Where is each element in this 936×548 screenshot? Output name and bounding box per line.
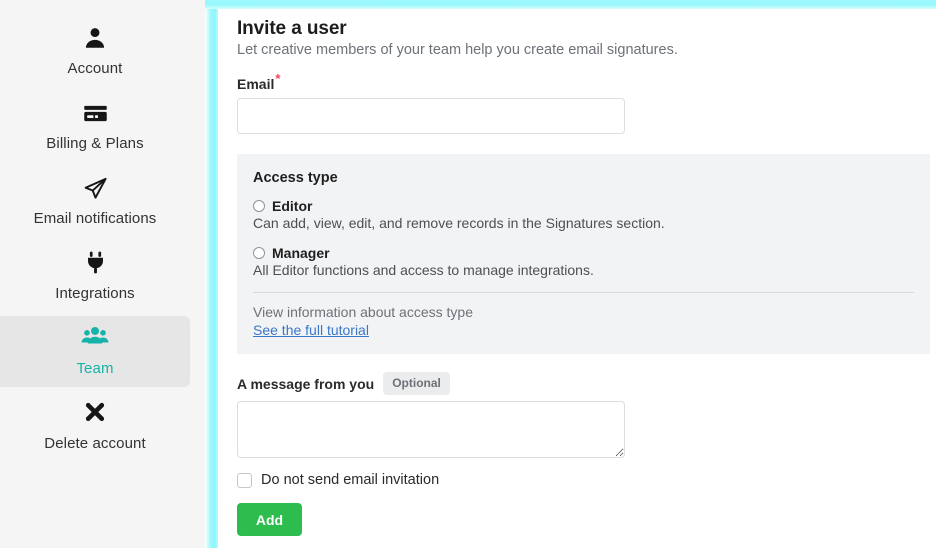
- sidebar-item-label: Email notifications: [4, 210, 186, 227]
- sidebar-item-email-notifications[interactable]: Email notifications: [0, 166, 190, 237]
- plug-icon: [4, 250, 186, 280]
- add-button[interactable]: Add: [237, 503, 302, 536]
- page-subtitle: Let creative members of your team help y…: [237, 42, 936, 58]
- access-type-panel: Access type Editor Can add, view, edit, …: [237, 154, 930, 354]
- access-info-text: View information about access type: [253, 304, 914, 320]
- required-asterisk: *: [275, 71, 280, 86]
- optional-badge: Optional: [383, 372, 450, 395]
- sidebar-item-billing-plans[interactable]: Billing & Plans: [0, 91, 190, 162]
- sidebar-item-account[interactable]: Account: [0, 16, 190, 87]
- no-email-checkbox-label[interactable]: Do not send email invitation: [261, 472, 439, 488]
- paper-plane-icon: [4, 175, 186, 205]
- no-email-checkbox-row[interactable]: Do not send email invitation: [237, 472, 936, 488]
- page-title: Invite a user: [237, 18, 936, 40]
- access-type-title: Access type: [253, 170, 914, 186]
- radio-manager-description: All Editor functions and access to manag…: [253, 262, 914, 278]
- invite-user-panel: Invite a user Let creative members of yo…: [205, 0, 936, 548]
- radio-manager-label[interactable]: Manager: [272, 245, 330, 261]
- people-group-icon: [4, 325, 186, 355]
- sidebar-item-team[interactable]: Team: [0, 316, 190, 387]
- user-icon: [4, 25, 186, 55]
- email-label: Email*: [237, 76, 936, 92]
- email-label-text: Email: [237, 76, 274, 92]
- access-option-manager[interactable]: Manager All Editor functions and access …: [253, 245, 914, 278]
- message-label-row: A message from you Optional: [237, 372, 936, 395]
- radio-editor[interactable]: [253, 200, 265, 212]
- sidebar-item-label: Billing & Plans: [4, 135, 186, 152]
- tutorial-link[interactable]: See the full tutorial: [253, 322, 369, 338]
- divider: [253, 292, 914, 293]
- sidebar-item-label: Integrations: [4, 285, 186, 302]
- sidebar-item-label: Account: [4, 60, 186, 77]
- access-option-editor[interactable]: Editor Can add, view, edit, and remove r…: [253, 198, 914, 231]
- sidebar-item-integrations[interactable]: Integrations: [0, 241, 190, 312]
- no-email-checkbox[interactable]: [237, 473, 252, 488]
- sidebar-item-label: Team: [4, 360, 186, 377]
- sidebar-item-delete-account[interactable]: Delete account: [0, 391, 190, 462]
- credit-card-icon: [4, 100, 186, 130]
- email-input[interactable]: [237, 98, 625, 134]
- radio-editor-label[interactable]: Editor: [272, 198, 312, 214]
- x-mark-icon: [4, 400, 186, 430]
- radio-manager[interactable]: [253, 247, 265, 259]
- settings-page: Account Billing & Plans Email notifi: [0, 0, 936, 548]
- settings-sidebar: Account Billing & Plans Email notifi: [0, 0, 205, 548]
- message-textarea[interactable]: [237, 401, 625, 458]
- sidebar-item-label: Delete account: [4, 435, 186, 452]
- radio-editor-description: Can add, view, edit, and remove records …: [253, 215, 914, 231]
- message-label: A message from you: [237, 376, 374, 392]
